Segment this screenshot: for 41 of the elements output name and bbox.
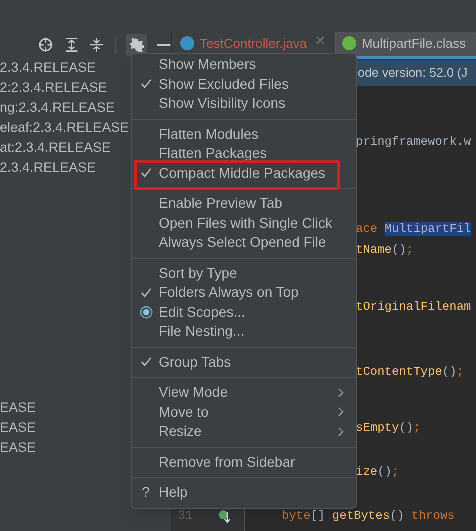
minimize-icon[interactable] bbox=[157, 44, 171, 46]
code-line: tOriginalFilenam bbox=[356, 299, 472, 316]
locate-icon[interactable] bbox=[38, 37, 54, 53]
menu-item[interactable]: Show Excluded Files bbox=[132, 74, 356, 94]
menu-item[interactable]: Always Select Opened File bbox=[132, 233, 356, 252]
chevron-right-icon bbox=[338, 426, 344, 437]
code-line: tContentType(); bbox=[356, 364, 464, 381]
editor-tab[interactable]: MultipartFile.class bbox=[334, 32, 476, 59]
code-line: ace MultipartFil bbox=[356, 221, 472, 238]
menu-item[interactable]: Remove from Sidebar bbox=[132, 452, 356, 472]
code-line: tName(); bbox=[356, 242, 414, 259]
chevron-right-icon bbox=[338, 388, 344, 398]
menu-item[interactable]: Compact Middle Packages bbox=[132, 164, 356, 183]
menu-item[interactable]: File Nesting... bbox=[132, 322, 356, 342]
tab-label: TestController.java bbox=[200, 36, 307, 51]
code-line: pringframework.w bbox=[356, 134, 472, 151]
menu-item[interactable]: Move to bbox=[132, 402, 356, 422]
implementation-icon bbox=[219, 510, 232, 524]
menu-item[interactable]: Enable Preview Tab bbox=[132, 194, 356, 214]
menu-item[interactable]: Sort by Type bbox=[132, 264, 356, 283]
code-line: ize(); bbox=[356, 464, 400, 481]
code-line: sEmpty(); bbox=[356, 420, 421, 437]
menu-item[interactable]: Flatten Modules bbox=[132, 124, 356, 144]
decompiled-banner-text: ode version: 52.0 (J bbox=[358, 64, 468, 82]
code-line: byte[] getBytes() throws bbox=[282, 508, 455, 525]
menu-item[interactable]: View Mode bbox=[132, 383, 356, 402]
menu-item[interactable]: Resize bbox=[132, 422, 356, 442]
help-glyph: ? bbox=[142, 483, 150, 502]
menu-item[interactable]: Group Tabs bbox=[132, 352, 356, 372]
menu-item[interactable]: Folders Always on Top bbox=[132, 283, 356, 302]
menu-item[interactable]: Show Visibility Icons bbox=[132, 94, 356, 114]
tab-label: MultipartFile.class bbox=[362, 36, 466, 51]
settings-button[interactable] bbox=[126, 34, 148, 56]
settings-icon bbox=[130, 38, 144, 52]
menu-item[interactable]: ? Help bbox=[132, 483, 356, 502]
expand-all-icon[interactable] bbox=[64, 37, 80, 53]
collapse-all-icon[interactable] bbox=[89, 37, 105, 53]
menu-item[interactable]: Edit Scopes... bbox=[132, 302, 356, 322]
menu-item[interactable]: Open Files with Single Click bbox=[132, 214, 356, 233]
chevron-right-icon bbox=[338, 407, 344, 418]
menu-item[interactable]: Flatten Packages bbox=[132, 144, 356, 164]
